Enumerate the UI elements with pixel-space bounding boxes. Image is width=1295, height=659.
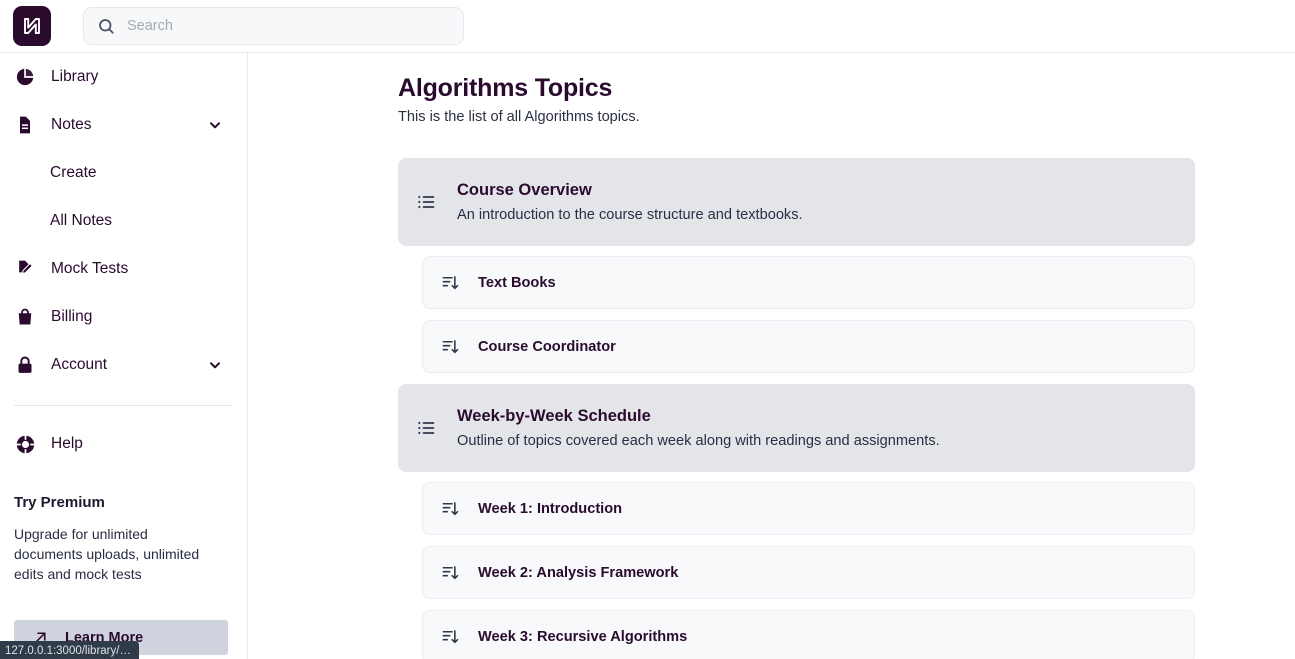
topic-item-label: Course Coordinator bbox=[478, 338, 616, 355]
sort-desc-icon bbox=[441, 627, 460, 646]
search-box[interactable] bbox=[83, 7, 464, 45]
nexus-logo[interactable] bbox=[13, 6, 51, 46]
shopping-bag-icon bbox=[14, 306, 36, 328]
search-input[interactable] bbox=[127, 18, 447, 34]
topic-item[interactable]: Week 3: Recursive Algorithms bbox=[422, 610, 1195, 659]
sidebar-item-account[interactable]: Account bbox=[0, 341, 247, 389]
list-icon bbox=[416, 418, 436, 438]
sidebar-item-label: Billing bbox=[51, 308, 93, 325]
section-title: Week-by-Week Schedule bbox=[457, 407, 651, 425]
section-card[interactable]: Course Overview An introduction to the c… bbox=[398, 158, 1195, 246]
page-subtitle: This is the list of all Algorithms topic… bbox=[398, 109, 640, 125]
file-pen-icon bbox=[14, 258, 36, 280]
sidebar: Library Notes Create All Notes Mock Test… bbox=[0, 53, 248, 659]
sidebar-item-library[interactable]: Library bbox=[0, 53, 247, 101]
sidebar-item-billing[interactable]: Billing bbox=[0, 293, 247, 341]
main-content: Algorithms Topics This is the list of al… bbox=[248, 53, 1295, 659]
sidebar-item-notes[interactable]: Notes bbox=[0, 101, 247, 149]
sort-desc-icon bbox=[441, 273, 460, 292]
sort-desc-icon bbox=[441, 499, 460, 518]
topic-item-label: Text Books bbox=[478, 274, 556, 291]
sidebar-divider bbox=[14, 405, 233, 406]
search-icon bbox=[97, 17, 115, 35]
page-title: Algorithms Topics bbox=[398, 74, 613, 102]
app-root: Library Notes Create All Notes bbox=[0, 0, 1295, 659]
topic-item[interactable]: Week 2: Analysis Framework bbox=[422, 546, 1195, 599]
chevron-down-icon[interactable] bbox=[207, 357, 223, 373]
sidebar-item-mock-tests[interactable]: Mock Tests bbox=[0, 245, 247, 293]
section-card[interactable]: Week-by-Week Schedule Outline of topics … bbox=[398, 384, 1195, 472]
sidebar-item-label: Help bbox=[51, 435, 83, 452]
topics-list: Course Overview An introduction to the c… bbox=[398, 158, 1195, 659]
section-body: Week-by-Week Schedule Outline of topics … bbox=[457, 407, 940, 449]
link-status-bar: 127.0.0.1:3000/library/… bbox=[0, 641, 139, 659]
life-buoy-icon bbox=[14, 433, 36, 455]
sidebar-item-all-notes[interactable]: All Notes bbox=[0, 197, 247, 245]
sort-desc-icon bbox=[441, 337, 460, 356]
sidebar-subitem-label: Create bbox=[50, 164, 97, 181]
section-body: Course Overview An introduction to the c… bbox=[457, 181, 803, 223]
promo-body: Upgrade for unlimited documents uploads,… bbox=[14, 526, 200, 582]
topic-item[interactable]: Course Coordinator bbox=[422, 320, 1195, 373]
chevron-down-icon[interactable] bbox=[207, 117, 223, 133]
sidebar-item-label: Account bbox=[51, 356, 108, 373]
sidebar-subitem-label: All Notes bbox=[50, 212, 113, 229]
topic-item-label: Week 3: Recursive Algorithms bbox=[478, 628, 688, 645]
section-description: An introduction to the course structure … bbox=[457, 207, 803, 223]
premium-promo: Try Premium Upgrade for unlimited docume… bbox=[0, 468, 247, 584]
list-icon bbox=[416, 192, 436, 212]
topic-item[interactable]: Week 1: Introduction bbox=[422, 482, 1195, 535]
sidebar-item-create[interactable]: Create bbox=[0, 149, 247, 197]
topic-item-label: Week 2: Analysis Framework bbox=[478, 564, 679, 581]
promo-heading: Try Premium bbox=[14, 494, 105, 511]
sort-desc-icon bbox=[441, 563, 460, 582]
pie-chart-icon bbox=[14, 66, 36, 88]
topic-item[interactable]: Text Books bbox=[422, 256, 1195, 309]
top-bar bbox=[0, 0, 1295, 53]
section-description: Outline of topics covered each week alon… bbox=[457, 433, 940, 449]
logo-n-glyph bbox=[24, 18, 40, 34]
sidebar-item-label: Library bbox=[51, 68, 99, 85]
sidebar-item-label: Mock Tests bbox=[51, 260, 129, 277]
file-text-icon bbox=[14, 114, 36, 136]
lock-icon bbox=[14, 354, 36, 376]
section-title: Course Overview bbox=[457, 181, 592, 199]
sidebar-item-label: Notes bbox=[51, 116, 92, 133]
sidebar-item-help[interactable]: Help bbox=[0, 420, 247, 468]
topic-item-label: Week 1: Introduction bbox=[478, 500, 623, 517]
